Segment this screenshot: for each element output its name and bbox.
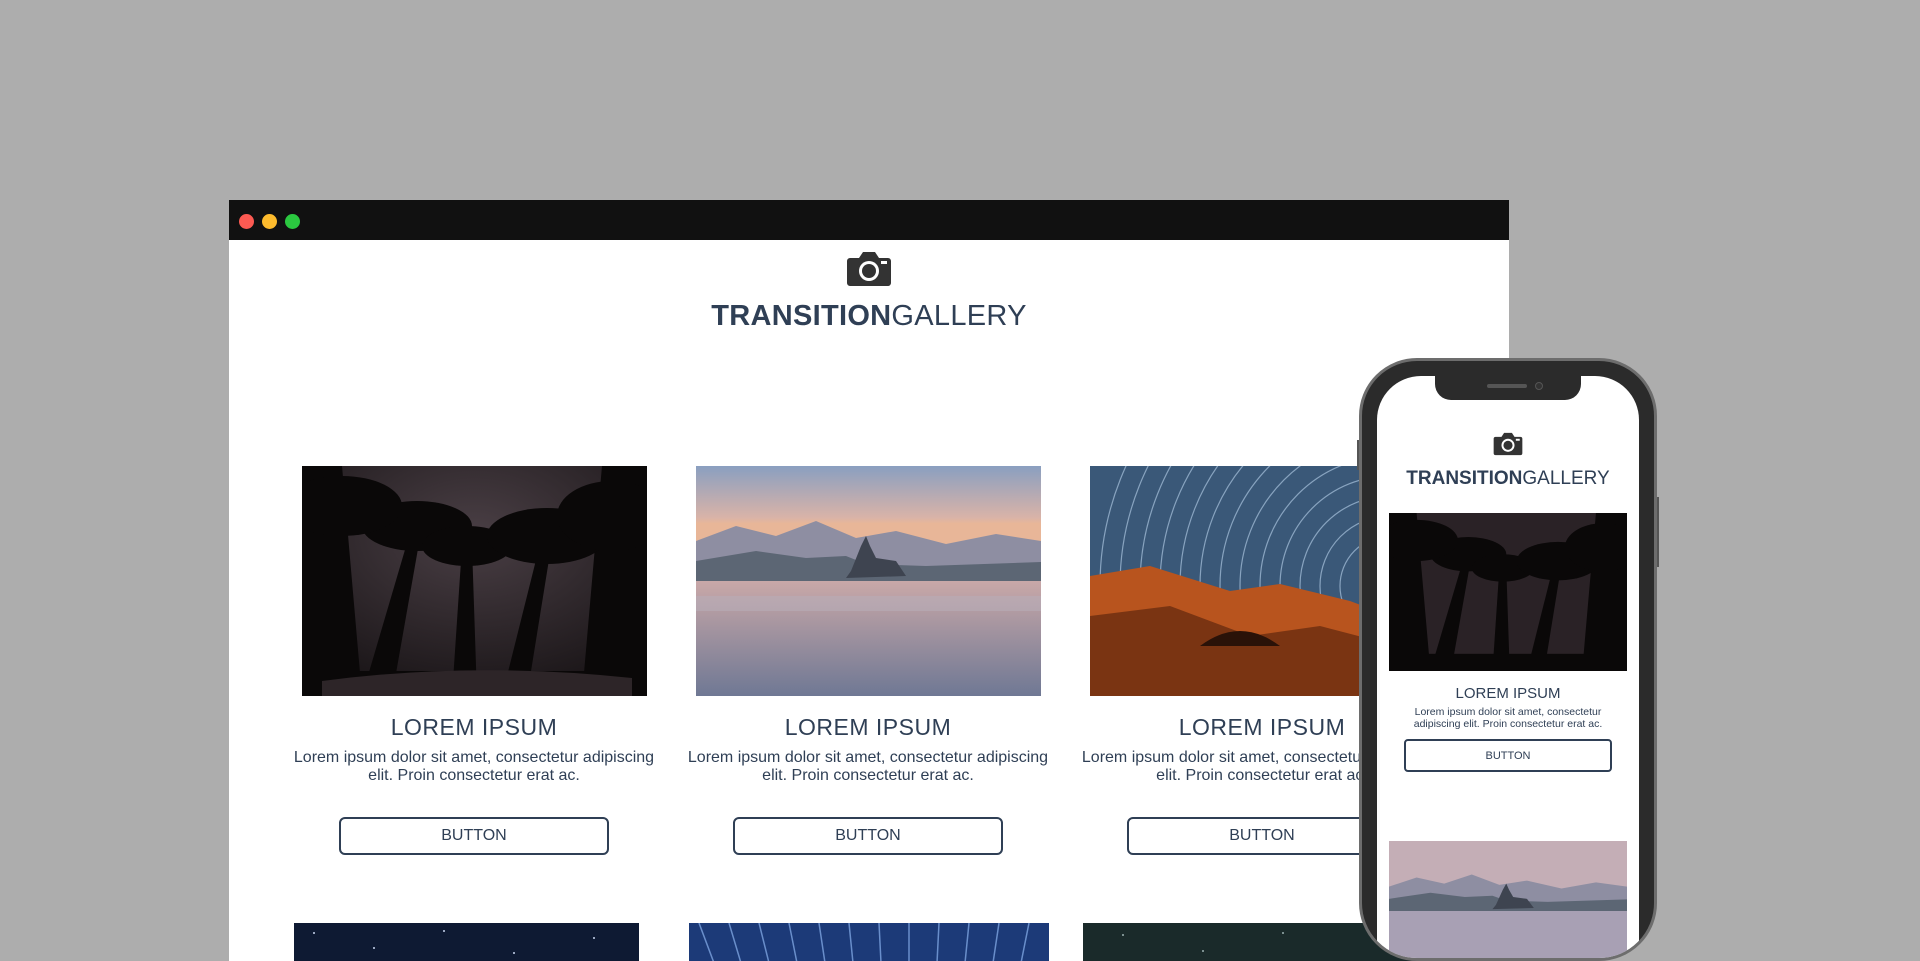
- window-titlebar: [229, 200, 1509, 240]
- card-title: LOREM IPSUM: [390, 714, 558, 740]
- brand-light: GALLERY: [891, 300, 1027, 332]
- brand-bold: TRANSITION: [711, 300, 892, 332]
- site-logo[interactable]: TRANSITIONGALLERY: [229, 300, 1509, 333]
- photo-lake-island-church[interactable]: [1389, 841, 1627, 961]
- photo-palm-trees-night[interactable]: [1389, 513, 1627, 671]
- card-title: LOREM IPSUM: [784, 714, 952, 740]
- brand-bold: TRANSITION: [1406, 468, 1523, 489]
- speaker-grille: [1487, 384, 1527, 388]
- card-button[interactable]: BUTTON: [339, 817, 609, 855]
- phone-screen: TRANSITIONGALLERY LOREM IPSUM Lorem ipsu…: [1377, 376, 1639, 961]
- camera-icon: [847, 252, 891, 286]
- phone-notch: [1435, 376, 1581, 400]
- mobile-card-title: LOREM IPSUM: [1455, 685, 1561, 702]
- photo-palm-trees-night[interactable]: [301, 466, 647, 696]
- close-window-button[interactable]: [239, 214, 254, 229]
- photo-starry-sky[interactable]: [294, 923, 639, 961]
- front-camera: [1535, 382, 1543, 390]
- mobile-site-logo[interactable]: TRANSITIONGALLERY: [1377, 468, 1639, 490]
- photo-blue-star-trails[interactable]: [689, 923, 1049, 961]
- maximize-window-button[interactable]: [285, 214, 300, 229]
- brand-light: GALLERY: [1522, 468, 1610, 489]
- card-text: Lorem ipsum dolor sit amet, consectetur …: [293, 749, 655, 784]
- minimize-window-button[interactable]: [262, 214, 277, 229]
- browser-window: TRANSITIONGALLERY LOREM IPSUM Lorem ipsu…: [229, 200, 1509, 961]
- card-button[interactable]: BUTTON: [733, 817, 1003, 855]
- gallery-card: LOREM IPSUM Lorem ipsum dolor sit amet, …: [289, 466, 659, 855]
- phone-mockup: TRANSITIONGALLERY LOREM IPSUM Lorem ipsu…: [1359, 358, 1657, 961]
- card-text: Lorem ipsum dolor sit amet, consectetur …: [687, 749, 1049, 784]
- mobile-card-text: Lorem ipsum dolor sit amet, consectetur …: [1413, 706, 1603, 730]
- gallery-card: LOREM IPSUM Lorem ipsum dolor sit amet, …: [683, 466, 1053, 855]
- photo-lake-island-church[interactable]: [695, 466, 1041, 696]
- camera-icon: [1493, 432, 1523, 456]
- card-button[interactable]: BUTTON: [1127, 817, 1397, 855]
- mobile-card-button[interactable]: BUTTON: [1404, 739, 1612, 772]
